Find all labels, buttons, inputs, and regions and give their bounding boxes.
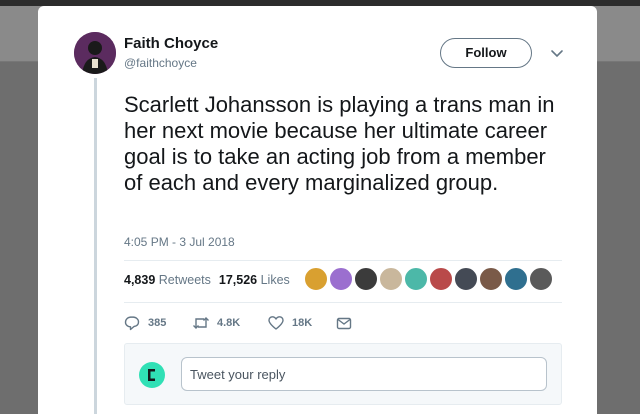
retweet-button[interactable]: 4.8K (192, 314, 256, 332)
author-handle[interactable]: @faithchoyce (124, 56, 197, 70)
retweet-icon (193, 317, 209, 329)
author-avatar[interactable] (74, 32, 116, 74)
divider (124, 302, 562, 303)
liker-avatar[interactable] (404, 267, 428, 291)
tweet-stats: 4,839 Retweets 17,526 Likes (124, 273, 290, 287)
likes-stat[interactable]: 17,526 Likes (219, 273, 290, 287)
envelope-icon (336, 317, 352, 330)
liker-avatar[interactable] (454, 267, 478, 291)
thread-line (94, 78, 97, 414)
current-user-avatar[interactable] (139, 362, 165, 388)
liker-avatar[interactable] (429, 267, 453, 291)
liker-avatar[interactable] (304, 267, 328, 291)
follow-button[interactable]: Follow (440, 38, 532, 68)
tweet-text: Scarlett Johansson is playing a trans ma… (124, 92, 555, 195)
retweet-count: 4.8K (217, 317, 241, 329)
retweets-count: 4,839 (124, 273, 156, 287)
liker-avatar[interactable] (379, 267, 403, 291)
reply-icon (124, 316, 140, 331)
liker-avatar[interactable] (354, 267, 378, 291)
liker-avatar[interactable] (529, 267, 553, 291)
author-name[interactable]: Faith Choyce (124, 35, 218, 52)
chevron-down-icon[interactable] (547, 43, 567, 63)
divider (124, 260, 562, 261)
heart-icon (268, 316, 284, 330)
retweets-label: Retweets (158, 273, 211, 287)
likes-label: Likes (260, 273, 290, 287)
reply-count: 385 (148, 317, 167, 329)
like-button[interactable]: 18K (268, 314, 328, 332)
retweets-stat[interactable]: 4,839 Retweets (124, 273, 211, 287)
reply-input[interactable] (181, 357, 547, 391)
tweet-timestamp[interactable]: 4:05 PM - 3 Jul 2018 (124, 235, 235, 249)
direct-message-button[interactable] (336, 314, 356, 332)
liker-avatar[interactable] (479, 267, 503, 291)
reply-composer (124, 343, 562, 405)
liker-avatar[interactable] (329, 267, 353, 291)
like-count: 18K (292, 317, 313, 329)
likes-count: 17,526 (218, 273, 258, 287)
tweet-card: Faith Choyce @faithchoyce Follow Scarlet… (38, 6, 597, 414)
reply-button[interactable]: 385 (124, 314, 174, 332)
liker-avatar[interactable] (504, 267, 528, 291)
